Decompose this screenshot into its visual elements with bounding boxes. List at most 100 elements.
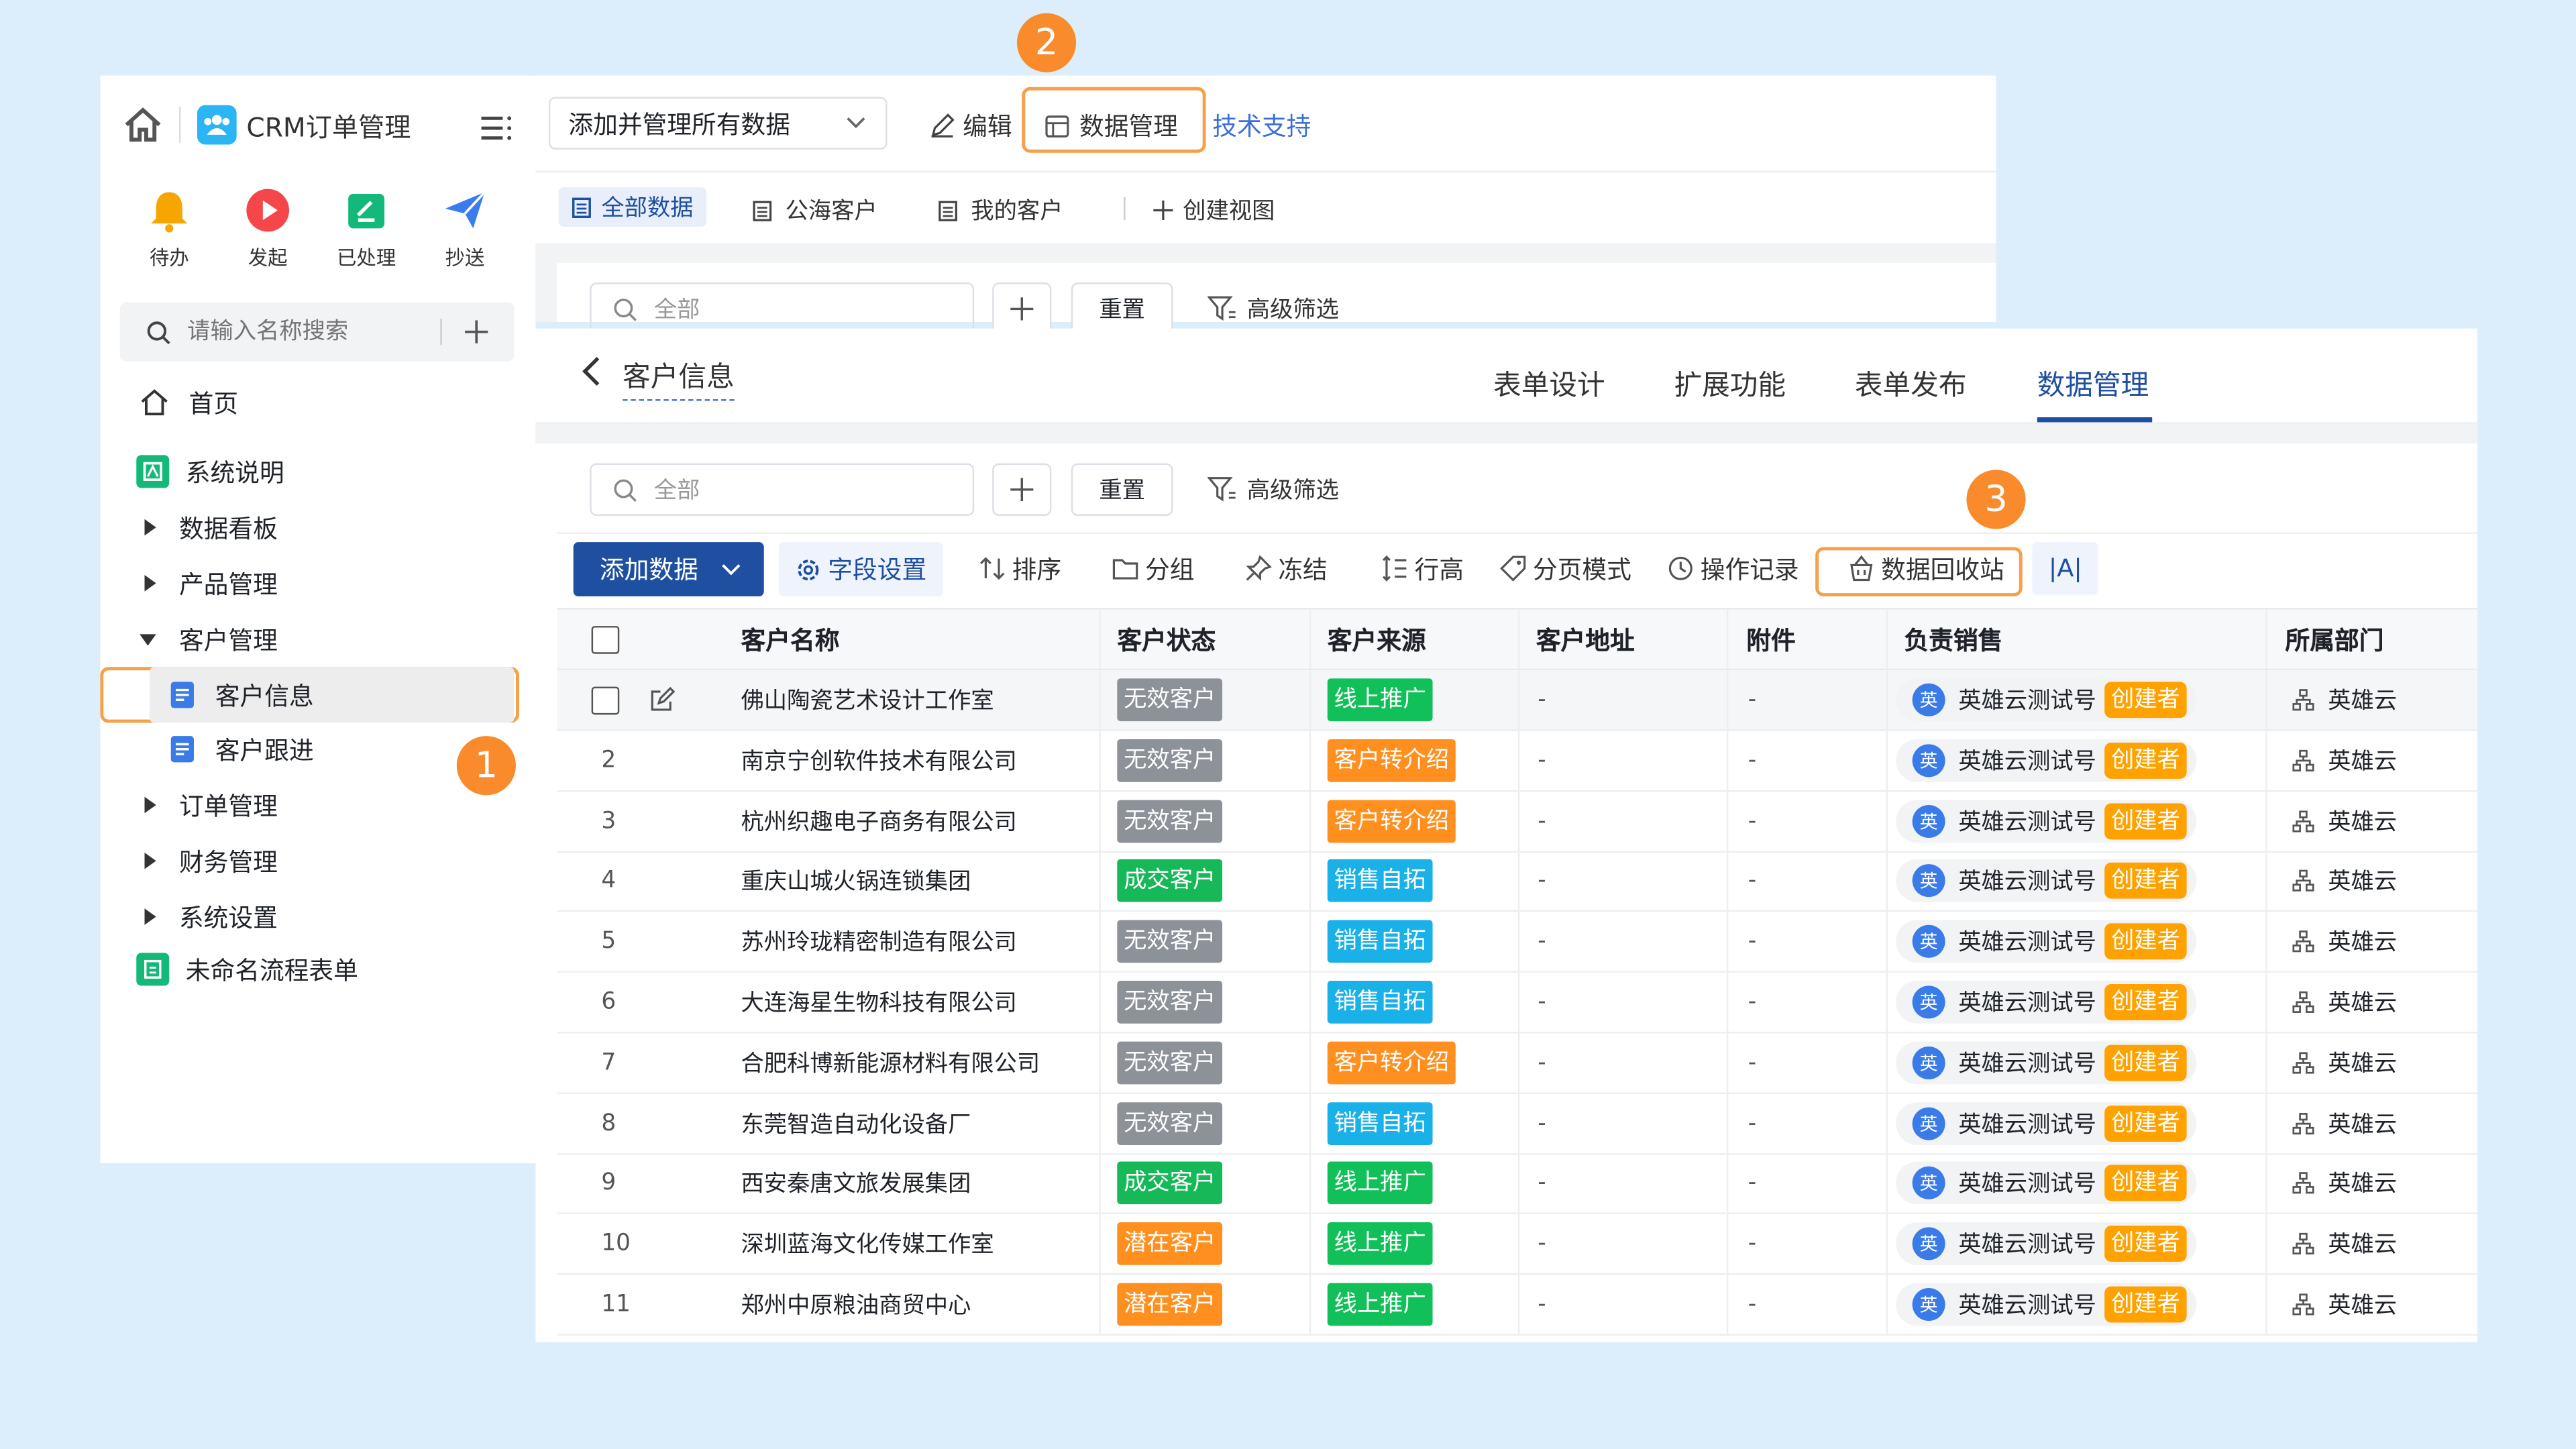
row-number: 3 <box>601 807 616 835</box>
freeze-button[interactable]: 冻结 <box>1245 542 1328 594</box>
quick-action-label: 待办 <box>149 246 189 270</box>
support-link[interactable]: 技术支持 <box>1212 109 1311 143</box>
address-cell: - <box>1538 686 1546 713</box>
nav-product[interactable]: 产品管理 <box>100 555 535 611</box>
sidebar-search-input[interactable] <box>187 319 434 345</box>
table-row[interactable]: 8 东莞智造自动化设备厂 无效客户 销售自拓 - - 英英雄云测试号 创建者 英雄云 <box>557 1093 2478 1155</box>
tab-public-customers[interactable]: 公海客户 <box>753 194 877 227</box>
tag-icon <box>1500 555 1533 582</box>
tab-data-manage[interactable]: 数据管理 <box>2037 362 2149 402</box>
quick-action-todo[interactable]: 待办 <box>120 187 219 271</box>
sales-chip[interactable]: 英英雄云测试号 创建者 <box>1896 670 2197 729</box>
col-divider <box>1726 912 1729 971</box>
nav-dashboard[interactable]: 数据看板 <box>100 499 535 555</box>
sales-chip[interactable]: 英英雄云测试号 创建者 <box>1896 912 2197 971</box>
quick-action-start[interactable]: 发起 <box>219 187 317 271</box>
nav-sys-desc[interactable]: 系统说明 <box>100 443 535 499</box>
sales-chip[interactable]: 英英雄云测试号 创建者 <box>1896 731 2197 790</box>
org-icon <box>2292 809 2314 832</box>
filter-add-button[interactable] <box>992 282 1052 335</box>
paging-mode-button[interactable]: 分页模式 <box>1500 542 1631 594</box>
nav-home[interactable]: 首页 <box>100 374 535 430</box>
add-data-button[interactable]: 添加数据 <box>573 542 764 596</box>
create-view-button[interactable]: 创建视图 <box>1153 194 1275 227</box>
row-height-button[interactable]: 行高 <box>1382 542 1464 594</box>
row-checkbox[interactable] <box>591 670 620 729</box>
table-row[interactable]: 7 合肥科博新能源材料有限公司 无效客户 客户转介绍 - - 英英雄云测试号 创建者 英雄云 <box>557 1032 2478 1094</box>
col-header[interactable]: 客户名称 <box>741 610 839 669</box>
sales-chip[interactable]: 英英雄云测试号 创建者 <box>1896 1214 2197 1273</box>
dept-cell: 英雄云 <box>2292 1214 2397 1273</box>
tab-form-design[interactable]: 表单设计 <box>1493 362 1605 402</box>
row-number: 11 <box>601 1291 631 1318</box>
select-all-checkbox[interactable] <box>591 610 620 669</box>
attachment-cell: - <box>1748 989 1757 1016</box>
sales-chip[interactable]: 英英雄云测试号 创建者 <box>1896 1093 2197 1152</box>
data-manage-button[interactable]: 数据管理 <box>1045 109 1178 143</box>
advanced-filter-button[interactable]: 高级筛选 <box>1208 292 1339 325</box>
col-header[interactable]: 负责销售 <box>1904 610 2002 669</box>
tab-extensions[interactable]: 扩展功能 <box>1674 362 1786 402</box>
edit-button[interactable]: 编辑 <box>930 109 1012 143</box>
table-row[interactable]: 9 西安秦唐文旅发展集团 成交客户 线上推广 - - 英英雄云测试号 创建者 英雄云 <box>557 1154 2478 1215</box>
sales-chip[interactable]: 英英雄云测试号 创建者 <box>1896 1154 2197 1213</box>
back-button[interactable] <box>582 355 601 388</box>
sales-chip[interactable]: 英英雄云测试号 创建者 <box>1896 852 2197 911</box>
recycle-bin-button[interactable]: 数据回收站 <box>1848 542 2004 594</box>
sort-button[interactable]: 排序 <box>979 542 1061 594</box>
table-row[interactable]: 5 苏州玲珑精密制造有限公司 无效客户 销售自拓 - - 英英雄云测试号 创建者 英雄云 <box>557 912 2478 973</box>
text-size-button[interactable]: |A| <box>2032 542 2099 595</box>
col-header[interactable]: 附件 <box>1746 610 1796 669</box>
filter-search-placeholder: 全部 <box>653 478 700 504</box>
home-icon[interactable] <box>123 107 163 143</box>
attachment-cell: - <box>1748 1110 1757 1136</box>
filter-search[interactable]: 全部 <box>590 463 975 516</box>
plus-icon <box>1010 297 1034 321</box>
quick-action-cc[interactable]: 抄送 <box>416 187 515 271</box>
nav-customer-info[interactable]: 客户信息 <box>149 667 515 723</box>
view-select[interactable]: 添加并管理所有数据 <box>548 97 888 150</box>
sort-label: 排序 <box>1012 554 1062 584</box>
menu-collapse-icon[interactable] <box>480 115 513 141</box>
nav-customer[interactable]: 客户管理 <box>100 611 535 667</box>
search-icon <box>612 477 637 502</box>
quick-action-done[interactable]: 已处理 <box>317 187 416 271</box>
tab-all-data[interactable]: 全部数据 <box>558 187 707 227</box>
sales-chip[interactable]: 英英雄云测试号 创建者 <box>1896 1275 2197 1334</box>
sales-chip[interactable]: 英英雄云测试号 创建者 <box>1896 973 2197 1032</box>
advanced-filter-button[interactable]: 高级筛选 <box>1208 473 1339 506</box>
table-row[interactable]: 2 南京宁创软件技术有限公司 无效客户 客户转介绍 - - 英英雄云测试号 创建者 英雄云 <box>557 731 2478 792</box>
table-row[interactable]: 11 郑州中原粮油商贸中心 潜在客户 线上推广 - - 英英雄云测试号 创建者 英雄云 <box>557 1275 2478 1336</box>
group-button[interactable]: 分组 <box>1112 542 1194 594</box>
table-row[interactable]: 3 杭州织趣电子商务有限公司 无效客户 客户转介绍 - - 英英雄云测试号 创建者 英雄云 <box>557 791 2478 853</box>
reset-button[interactable]: 重置 <box>1071 282 1173 335</box>
table-row[interactable]: 佛山陶瓷艺术设计工作室 无效客户 线上推广 - - 英英雄云测试号 创建者 英雄云 <box>557 670 2478 731</box>
filter-search[interactable]: 全部 <box>590 282 975 335</box>
nav-settings[interactable]: 系统设置 <box>100 889 535 945</box>
add-icon[interactable] <box>465 320 488 343</box>
avatar: 英 <box>1912 865 1945 898</box>
org-icon <box>2292 1232 2314 1255</box>
tab-form-publish[interactable]: 表单发布 <box>1855 362 1967 402</box>
nav-unnamed-form[interactable]: 未命名流程表单 <box>100 941 535 997</box>
table-row[interactable]: 4 重庆山城火锅连锁集团 成交客户 销售自拓 - - 英英雄云测试号 创建者 英雄云 <box>557 851 2478 913</box>
nav-finance[interactable]: 财务管理 <box>100 833 535 889</box>
status-tag: 无效客户 <box>1117 739 1223 782</box>
row-edit-icon[interactable] <box>649 670 676 729</box>
table-row[interactable]: 6 大连海星生物科技有限公司 无效客户 销售自拓 - - 英英雄云测试号 创建者 英雄云 <box>557 972 2478 1034</box>
col-header[interactable]: 客户状态 <box>1117 610 1216 669</box>
col-header[interactable]: 客户地址 <box>1536 610 1635 669</box>
col-divider <box>2265 912 2267 971</box>
tab-my-customers[interactable]: 我的客户 <box>938 194 1063 227</box>
field-settings-button[interactable]: 字段设置 <box>778 542 943 596</box>
col-divider <box>1886 731 1888 790</box>
operation-log-button[interactable]: 操作记录 <box>1668 542 1799 594</box>
sales-chip[interactable]: 英英雄云测试号 创建者 <box>1896 1033 2197 1092</box>
table-row[interactable]: 10 深圳蓝海文化传媒工作室 潜在客户 线上推广 - - 英英雄云测试号 创建者 英雄云 <box>557 1214 2478 1275</box>
col-header[interactable]: 客户来源 <box>1328 610 1426 669</box>
status-tag: 无效客户 <box>1117 1102 1223 1144</box>
col-header[interactable]: 所属部门 <box>2286 610 2384 669</box>
reset-button[interactable]: 重置 <box>1071 463 1173 516</box>
sales-chip[interactable]: 英英雄云测试号 创建者 <box>1896 791 2197 850</box>
filter-add-button[interactable] <box>992 463 1052 516</box>
